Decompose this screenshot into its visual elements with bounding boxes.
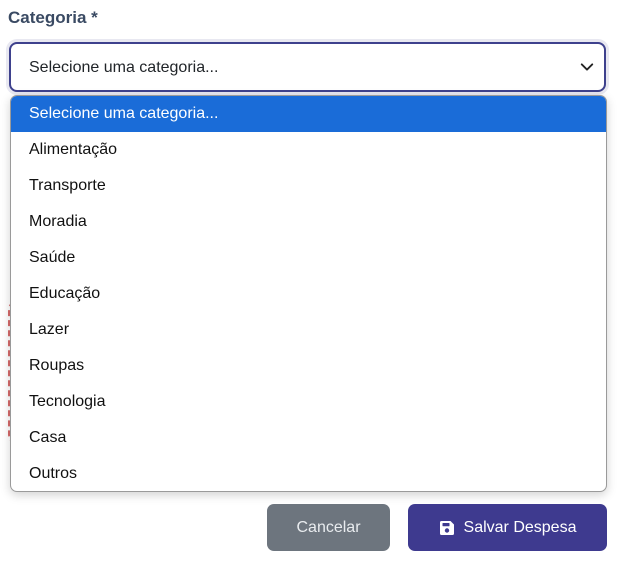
category-option[interactable]: Transporte <box>11 168 606 204</box>
category-option[interactable]: Lazer <box>11 312 606 348</box>
category-option[interactable]: Alimentação <box>11 132 606 168</box>
category-option[interactable]: Saúde <box>11 240 606 276</box>
category-option[interactable]: Selecione uma categoria... <box>11 96 606 132</box>
save-button-label: Salvar Despesa <box>463 518 577 536</box>
category-option[interactable]: Moradia <box>11 204 606 240</box>
cancel-button-label: Cancelar <box>296 518 361 536</box>
category-label: Categoria * <box>8 8 98 27</box>
category-option[interactable]: Outros <box>11 456 606 491</box>
save-expense-button[interactable]: Salvar Despesa <box>408 504 607 551</box>
cancel-button[interactable]: Cancelar <box>267 504 390 551</box>
category-select[interactable]: Selecione uma categoria... <box>9 42 606 92</box>
category-option[interactable]: Roupas <box>11 348 606 384</box>
category-option[interactable]: Tecnologia <box>11 384 606 420</box>
floppy-disk-icon <box>439 520 454 535</box>
category-dropdown-list: Selecione uma categoria... Alimentação T… <box>10 95 607 492</box>
category-select-value: Selecione uma categoria... <box>29 59 219 76</box>
category-option[interactable]: Educação <box>11 276 606 312</box>
category-option[interactable]: Casa <box>11 420 606 456</box>
chevron-down-icon <box>580 63 594 71</box>
